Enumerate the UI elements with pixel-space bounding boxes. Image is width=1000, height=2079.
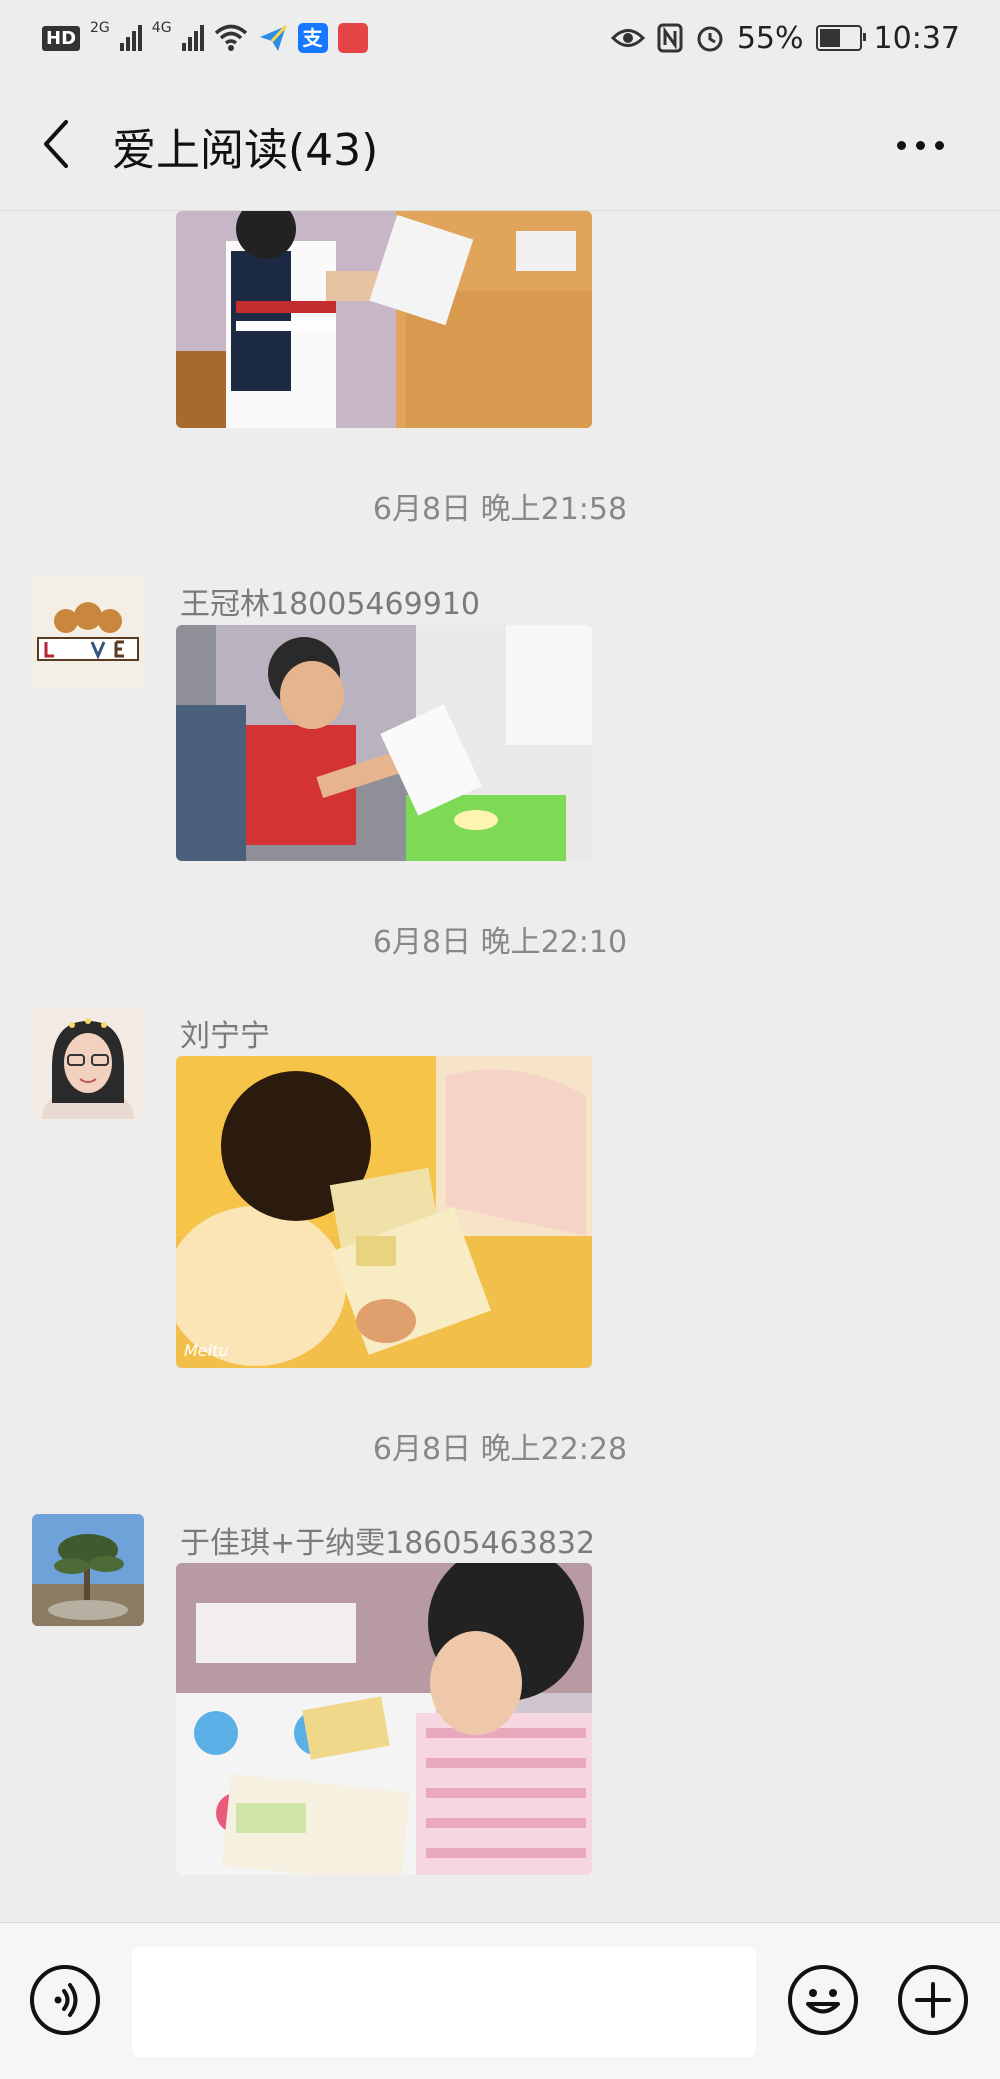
plus-icon[interactable] (898, 1965, 968, 2035)
battery-icon (815, 25, 866, 51)
sender-name: 刘宁宁 (180, 1019, 270, 1054)
message-input-bar (0, 1922, 1000, 2079)
nfc-icon (657, 23, 683, 53)
wifi-icon (214, 24, 247, 51)
message-timestamp: 6月8日 晚上22:28 (372, 1432, 628, 1467)
alarm-icon (697, 26, 723, 52)
hd-indicator: HD (42, 25, 81, 51)
message-timestamp: 6月8日 晚上21:58 (372, 492, 628, 527)
paper-plane-app-icon (259, 24, 287, 51)
chat-message-list[interactable]: 6月8日 晚上21:58 王冠林18005469910 6月8日 晚上22:10… (0, 211, 1000, 1921)
alipay-icon: 支 (297, 23, 328, 53)
emoji-icon[interactable] (788, 1965, 858, 2035)
photo-message[interactable] (176, 211, 592, 428)
battery-percent: 55% (736, 20, 804, 56)
more-icon[interactable] (890, 130, 950, 160)
sender-name: 于佳琪+于纳雯18605463832 (180, 1526, 596, 1561)
signal-icon (119, 25, 142, 51)
avatar[interactable] (32, 1007, 144, 1119)
voice-icon[interactable] (30, 1965, 100, 2035)
chat-header: 爱上阅读(43) (0, 80, 1000, 211)
photo-message[interactable]: Meitu (176, 1056, 592, 1368)
clock-time: 10:37 (873, 20, 960, 56)
network-4g-label: 4G (151, 20, 172, 36)
chat-title: 爱上阅读(43) (112, 125, 379, 176)
message-input[interactable] (132, 1947, 756, 2057)
message-timestamp: 6月8日 晚上22:10 (372, 925, 628, 960)
eye-icon (610, 29, 645, 47)
red-app-icon (337, 23, 368, 53)
network-2g-label: 2G (90, 20, 110, 36)
signal-icon (181, 25, 204, 51)
avatar[interactable] (32, 576, 144, 688)
svg-text:Meitu: Meitu (184, 1341, 229, 1360)
back-arrow-icon[interactable] (34, 116, 78, 172)
photo-message[interactable] (176, 1563, 592, 1875)
status-bar: HD 2G 4G 支 55% 10:37 (0, 0, 1000, 80)
sender-name: 王冠林18005469910 (180, 587, 480, 622)
photo-message[interactable] (176, 625, 592, 861)
avatar[interactable] (32, 1514, 144, 1626)
